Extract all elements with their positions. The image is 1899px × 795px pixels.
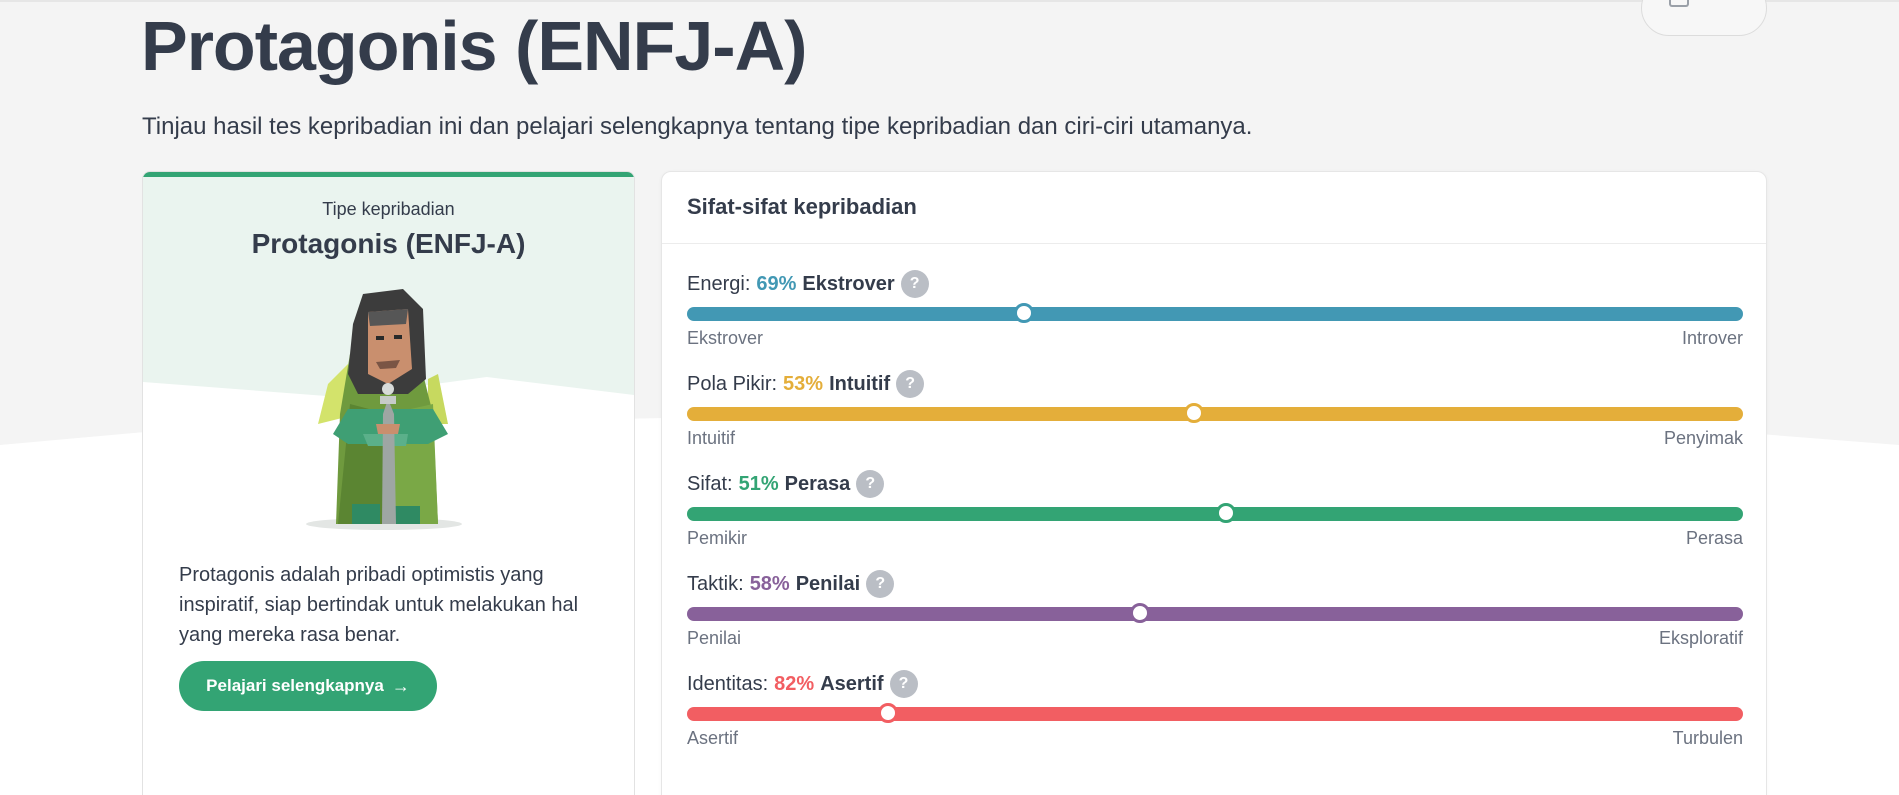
- trait-nature: Sifat: 51% Perasa ? Pemikir Perasa: [687, 469, 1743, 559]
- help-icon[interactable]: ?: [896, 370, 925, 398]
- trait-bar: [687, 303, 1743, 323]
- share-icon: [1669, 0, 1689, 7]
- trait-name: Sifat:: [687, 472, 733, 495]
- trait-right-label: Penyimak: [1663, 428, 1743, 448]
- help-icon[interactable]: ?: [900, 270, 929, 298]
- trait-name: Identitas:: [687, 672, 769, 695]
- page-subtitle: Tinjau hasil tes kepribadian ini dan pel…: [142, 113, 1253, 140]
- trait-left-label: Penilai: [687, 628, 742, 648]
- arrow-right-icon: →: [391, 675, 410, 696]
- trait-knob: [1013, 303, 1034, 323]
- trait-name: Taktik:: [687, 572, 744, 595]
- share-button[interactable]: [1641, 0, 1767, 36]
- trait-right-label: Turbulen: [1672, 728, 1743, 748]
- trait-bar: [687, 403, 1743, 423]
- trait-right-label: Introver: [1681, 328, 1743, 348]
- trait-identity: Identitas: 82% Asertif ? Asertif Turbule…: [687, 669, 1743, 759]
- type-description: Protagonis adalah pribadi optimistis yan…: [179, 564, 579, 646]
- learn-more-label: Pelajari selengkapnya: [206, 676, 384, 695]
- trait-percent: 82%: [774, 672, 815, 695]
- trait-percent: 58%: [749, 572, 790, 595]
- trait-dominant: Perasa: [784, 472, 851, 495]
- personality-type-card: Tipe kepribadian Protagonis (ENFJ-A) Pro…: [142, 171, 635, 795]
- trait-left-label: Pemikir: [687, 528, 748, 548]
- trait-percent: 53%: [783, 372, 824, 395]
- trait-right-label: Eksploratif: [1658, 628, 1743, 648]
- trait-name: Pola Pikir:: [687, 372, 778, 395]
- trait-percent: 69%: [756, 272, 797, 295]
- header-edge: [0, 0, 1899, 2]
- trait-tactics: Taktik: 58% Penilai ? Penilai Eksplorati…: [687, 569, 1743, 659]
- trait-energy: Energi: 69% Ekstrover ? Ekstrover Introv…: [687, 269, 1743, 359]
- card-accent: [143, 172, 634, 177]
- traits-title: Sifat-sifat kepribadian: [687, 194, 917, 219]
- trait-bar: [687, 503, 1743, 523]
- trait-dominant: Penilai: [795, 572, 861, 595]
- trait-knob: [1183, 403, 1204, 423]
- learn-more-button[interactable]: Pelajari selengkapnya →: [179, 661, 437, 711]
- page-title: Protagonis (ENFJ-A): [141, 7, 807, 85]
- trait-dominant: Ekstrover: [802, 272, 895, 295]
- personality-traits-card: Sifat-sifat kepribadian Energi: 69% Ekst…: [661, 171, 1767, 795]
- help-icon[interactable]: ?: [889, 670, 918, 698]
- trait-dominant: Asertif: [820, 672, 884, 695]
- trait-mind: Pola Pikir: 53% Intuitif ? Intuitif Peny…: [687, 369, 1743, 459]
- trait-bar: [687, 603, 1743, 623]
- card-label: Tipe kepribadian: [322, 199, 455, 219]
- card-type-name: Protagonis (ENFJ-A): [251, 228, 526, 259]
- trait-knob: [877, 703, 898, 723]
- trait-dominant: Intuitif: [829, 372, 891, 395]
- traits-header: Sifat-sifat kepribadian: [662, 172, 1766, 244]
- help-icon[interactable]: ?: [856, 470, 885, 498]
- trait-percent: 51%: [738, 472, 779, 495]
- trait-knob: [1215, 503, 1236, 523]
- trait-left-label: Intuitif: [687, 428, 736, 448]
- trait-left-label: Ekstrover: [687, 328, 764, 348]
- trait-right-label: Perasa: [1685, 528, 1743, 548]
- trait-knob: [1130, 603, 1151, 623]
- help-icon[interactable]: ?: [866, 570, 895, 598]
- trait-left-label: Asertif: [687, 728, 739, 748]
- trait-name: Energi:: [687, 272, 751, 295]
- protagonist-avatar: [306, 289, 462, 530]
- trait-bar: [687, 703, 1743, 723]
